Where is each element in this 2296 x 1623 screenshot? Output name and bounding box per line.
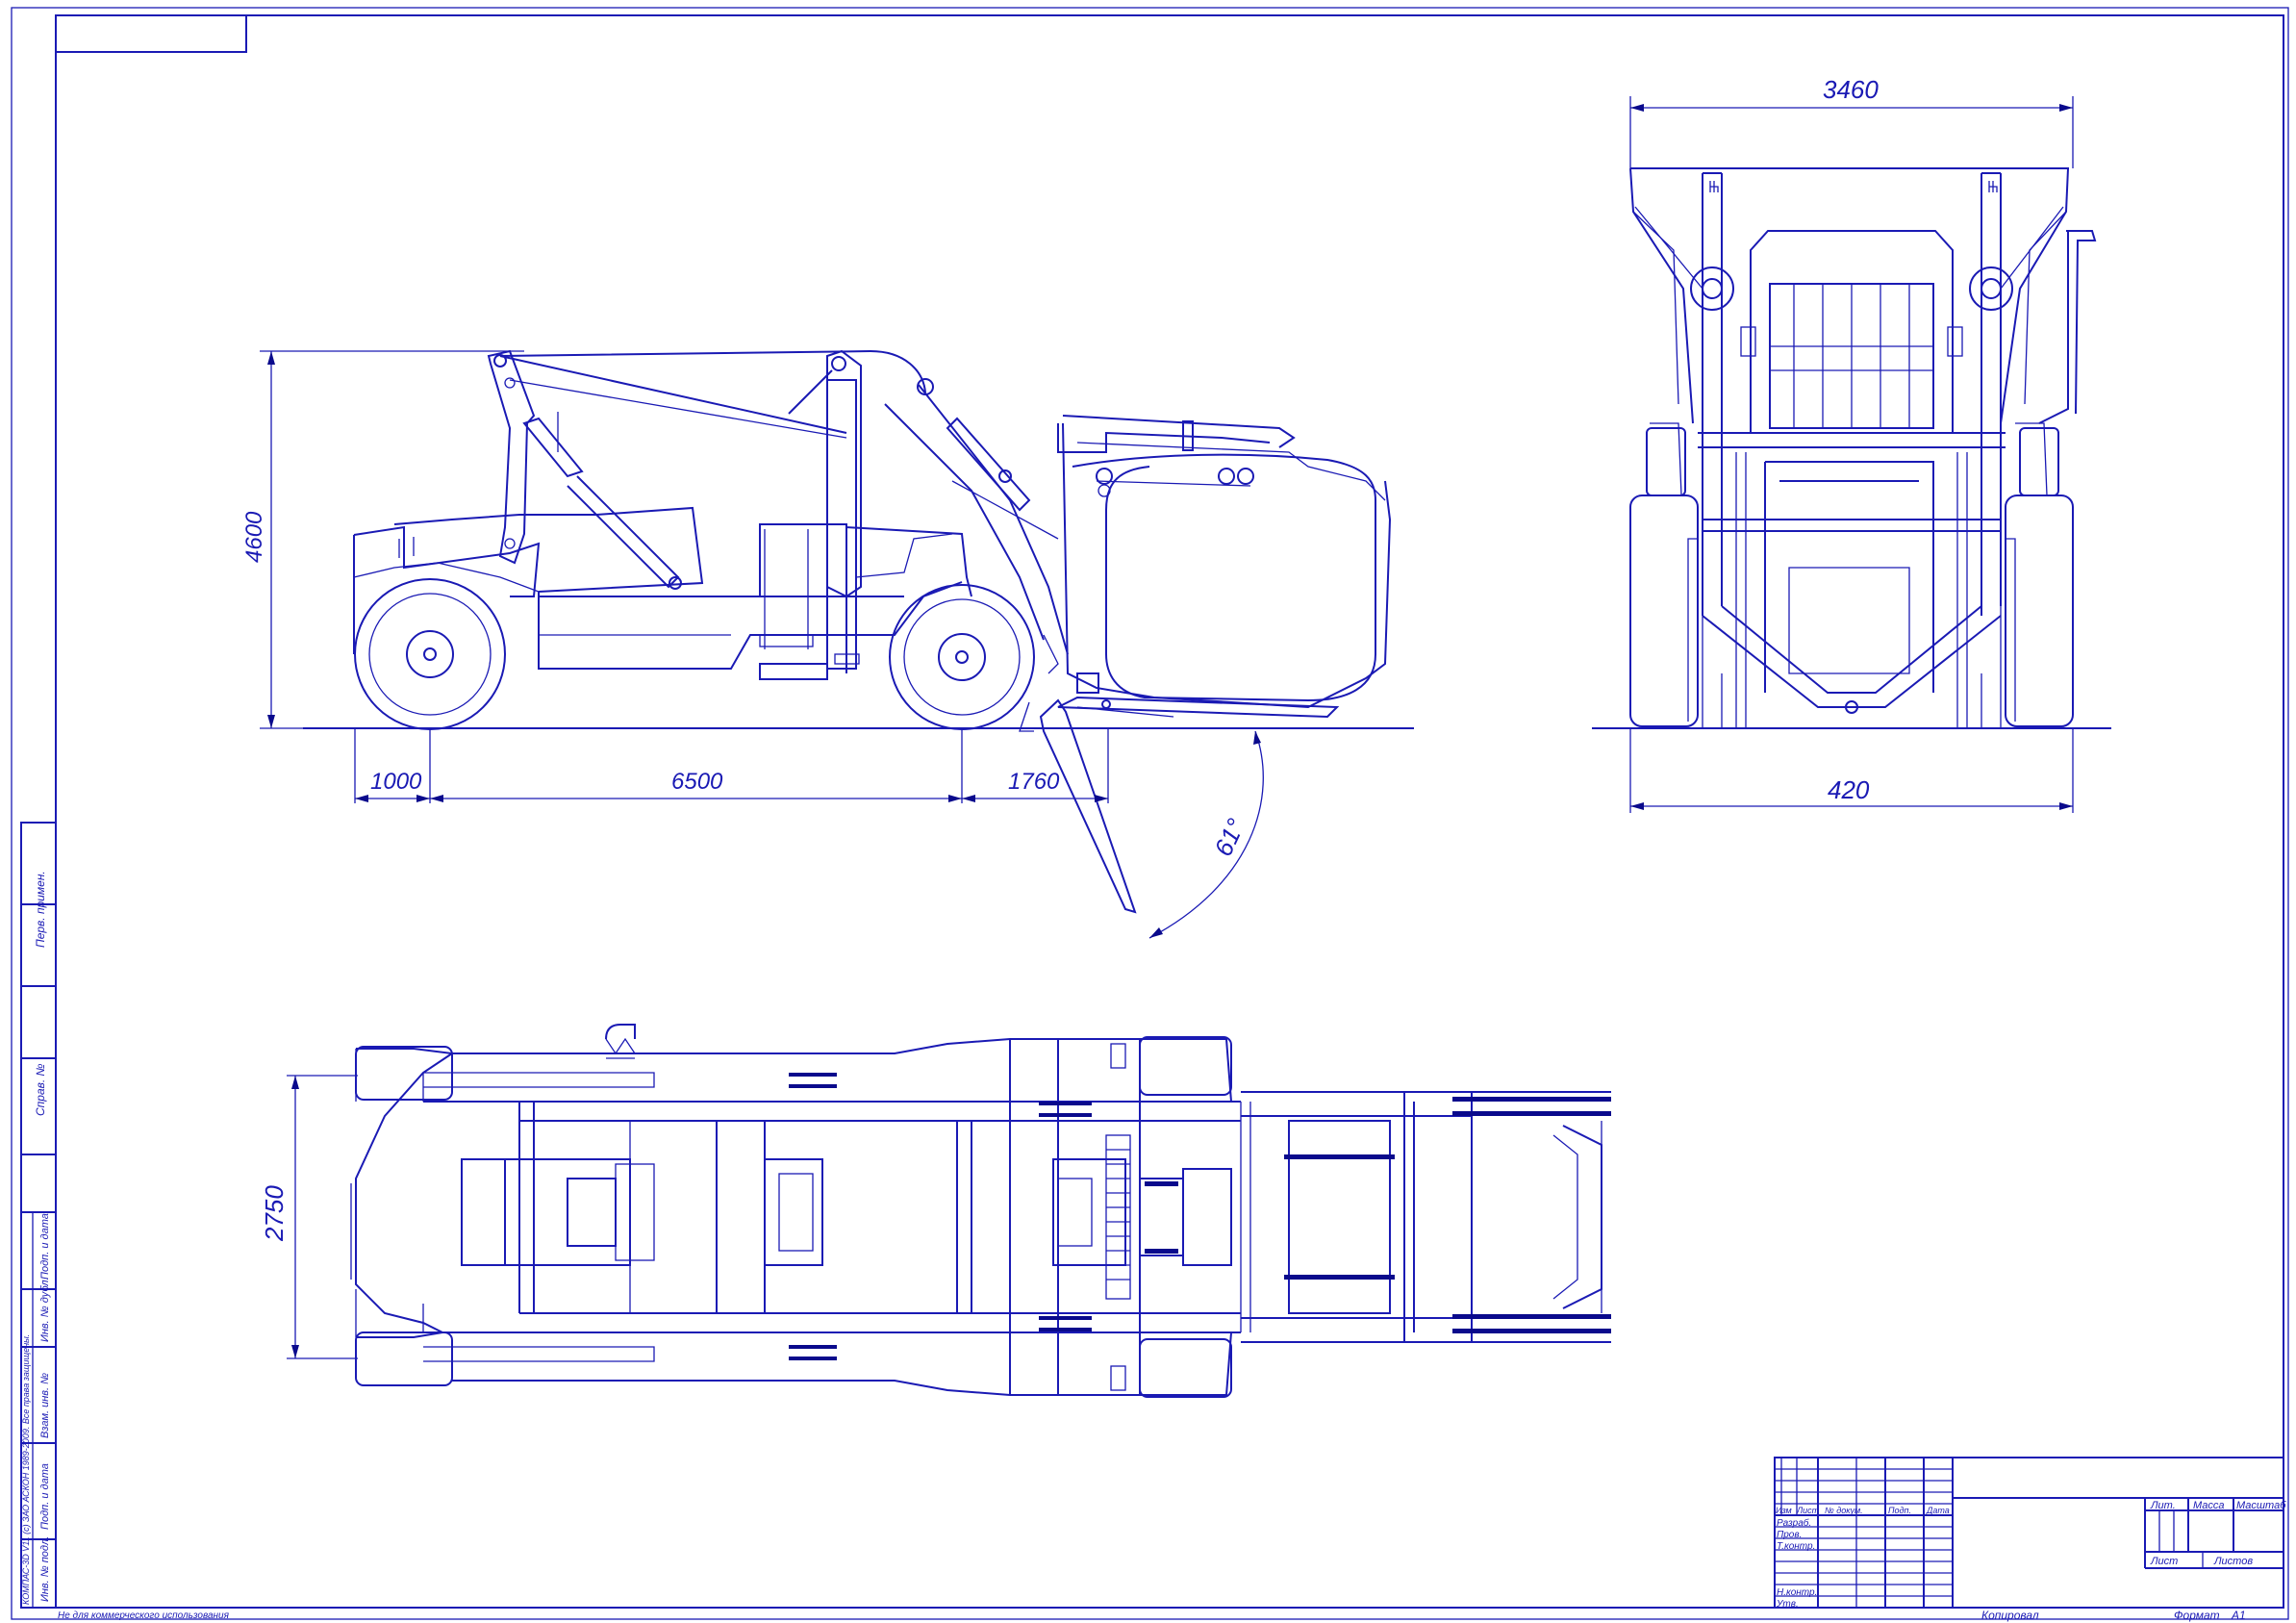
strip-copyright: КОМПАС-3D V11 (с) ЗАО АСКОН 1989-2009. В… bbox=[21, 1334, 31, 1605]
tb-col-date: Дата bbox=[1926, 1506, 1950, 1515]
sheet-frame bbox=[11, 7, 2289, 1620]
sheet-footer: Не для коммерческого использования Копир… bbox=[58, 1609, 2246, 1622]
tb-col-sign: Подп. bbox=[1888, 1506, 1911, 1515]
tb-row-approved: Утв. bbox=[1776, 1599, 1799, 1610]
front-view bbox=[1592, 167, 2111, 729]
plan-view-dimensions: 2750 bbox=[260, 1075, 358, 1359]
dim-wheelbase: 6500 bbox=[671, 769, 723, 795]
strip-label-ref-no: Справ. № bbox=[34, 1063, 47, 1116]
tb-sheet: Лист bbox=[2150, 1556, 2178, 1567]
tb-head-lit: Лит. bbox=[2150, 1500, 2176, 1511]
dim-track: 2750 bbox=[260, 1185, 289, 1242]
strip-label-sign-date-2: Подп. и дата bbox=[39, 1463, 51, 1530]
dim-width-bottom: 420 bbox=[1828, 775, 1870, 804]
strip-label-orig-inv: Инв. № подл. bbox=[39, 1536, 51, 1602]
footer-note: Не для коммерческого использования bbox=[58, 1610, 230, 1621]
footer-copied: Копировал bbox=[1981, 1609, 2039, 1622]
tb-row-tech-control: Т.контр. bbox=[1777, 1541, 1815, 1552]
tb-row-checked: Пров. bbox=[1777, 1530, 1802, 1540]
strip-label-replace-inv: Взам. инв. № bbox=[39, 1373, 51, 1438]
drawing-sheet: Перв. примен. Справ. № Подп. и дата Инв.… bbox=[11, 7, 2289, 1622]
footer-format-label: Формат bbox=[2174, 1609, 2220, 1622]
tb-sheets: Листов bbox=[2213, 1556, 2253, 1567]
dim-rear-overhang: 1000 bbox=[370, 769, 422, 795]
left-strip: Перв. примен. Справ. № Подп. и дата Инв.… bbox=[20, 822, 57, 1609]
dim-angle: 61° bbox=[1208, 814, 1250, 860]
tb-row-developed: Разраб. bbox=[1777, 1517, 1811, 1529]
tb-head-scale: Масштаб bbox=[2236, 1500, 2286, 1511]
strip-label-dup-inv: Инв. № дубл. bbox=[39, 1277, 51, 1342]
tb-row-norm-control: Н.контр. bbox=[1777, 1587, 1817, 1598]
tb-col-sheet: Лист bbox=[1796, 1506, 1820, 1515]
dim-width-top: 3460 bbox=[1823, 75, 1879, 104]
strip-label-first-use: Перв. примен. bbox=[34, 871, 47, 948]
plan-view bbox=[350, 1024, 1611, 1398]
footer-format-value: A1 bbox=[2231, 1609, 2246, 1622]
side-view-dimensions: 4600 1000 6500 1760 61° bbox=[241, 350, 1264, 939]
tb-col-doc-no: № докум. bbox=[1825, 1506, 1863, 1515]
tb-col-change: Изм bbox=[1776, 1506, 1792, 1515]
dim-front-overhang: 1760 bbox=[1008, 769, 1060, 795]
tb-head-mass: Масса bbox=[2193, 1500, 2225, 1511]
title-block: Изм Лист № докум. Подп. Дата Разраб. Про… bbox=[1774, 1457, 2286, 1610]
dim-height-4600: 4600 bbox=[241, 511, 267, 563]
strip-label-sign-date-1: Подп. и дата bbox=[39, 1213, 51, 1280]
